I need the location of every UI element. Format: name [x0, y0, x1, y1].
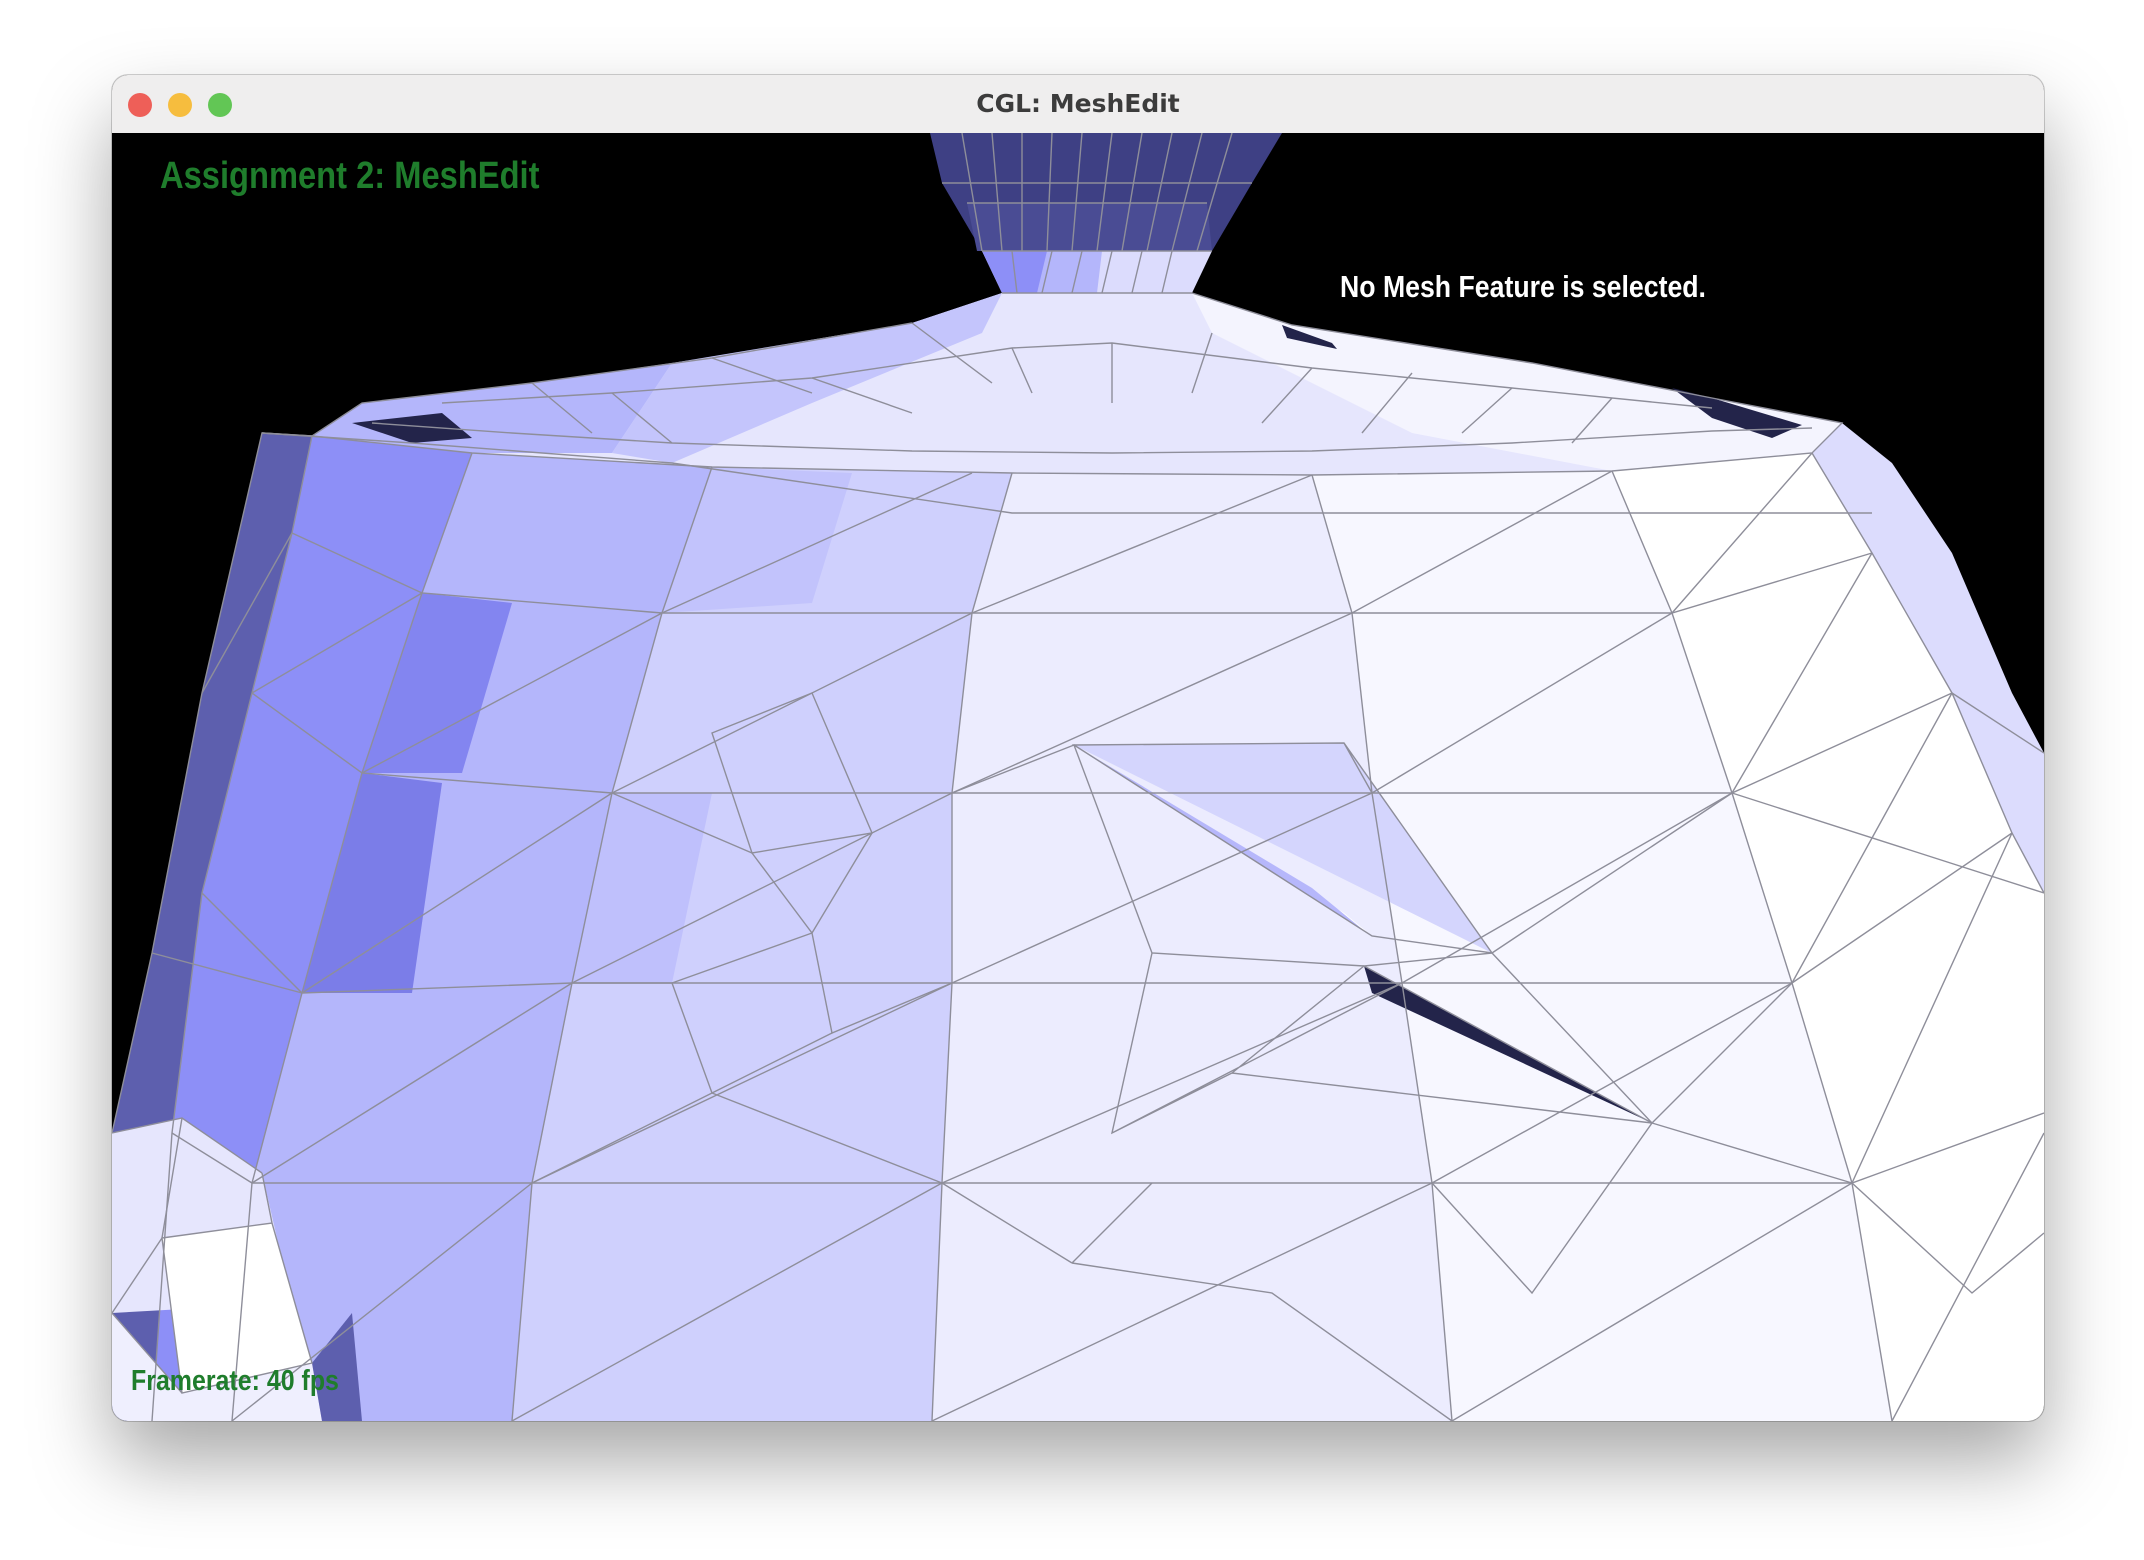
- teapot-mesh[interactable]: [112, 133, 2044, 1421]
- window-title: CGL: MeshEdit: [976, 89, 1180, 118]
- framerate-readout: Framerate: 40 fps: [131, 1365, 339, 1397]
- mesh-viewport[interactable]: Assignment 2: MeshEdit No Mesh Feature i…: [112, 133, 2044, 1421]
- selection-status-text: No Mesh Feature is selected.: [1340, 269, 1706, 304]
- title-bar[interactable]: CGL: MeshEdit: [112, 75, 2044, 134]
- app-window: CGL: MeshEdit Assignment 2: MeshEdit No …: [112, 75, 2044, 1421]
- assignment-title: Assignment 2: MeshEdit: [160, 155, 540, 197]
